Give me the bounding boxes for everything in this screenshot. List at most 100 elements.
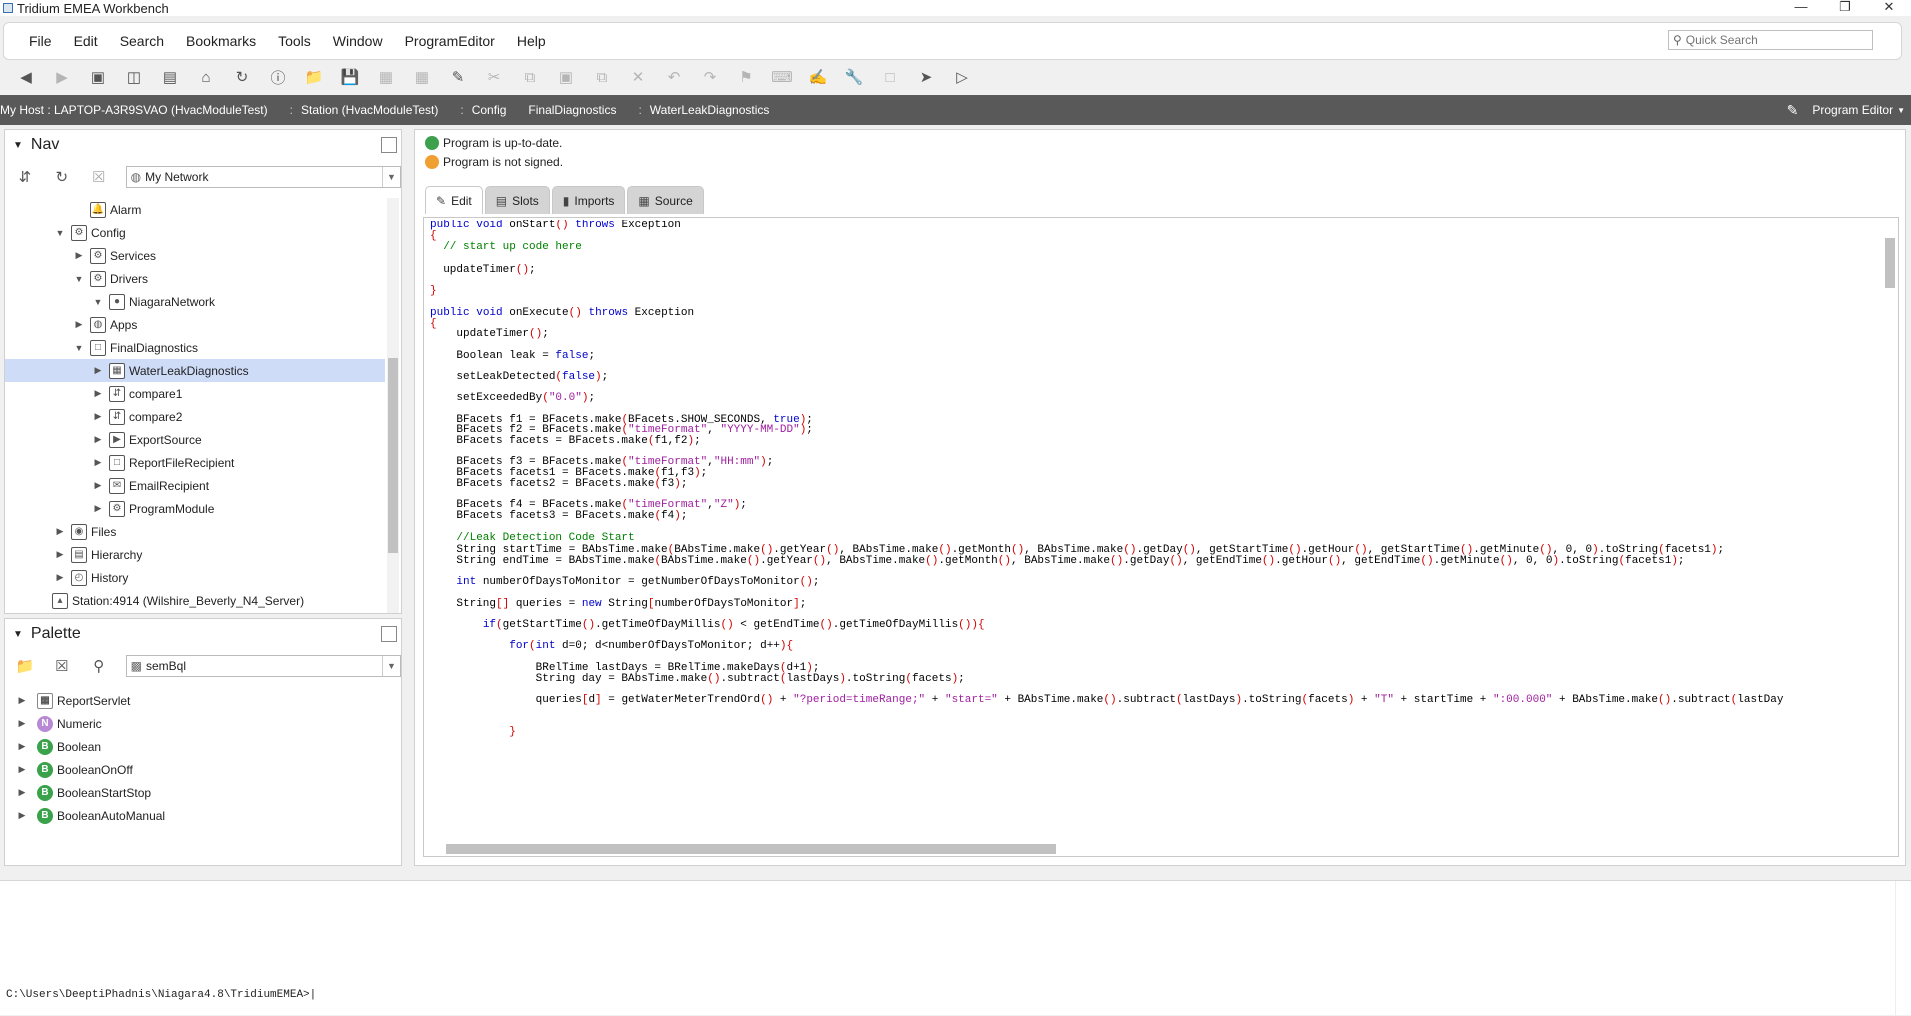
console-icon[interactable]: ▤ <box>158 65 182 89</box>
new-icon[interactable]: □ <box>878 65 902 89</box>
expand-twisty-icon[interactable]: ▶ <box>15 787 29 798</box>
home-icon[interactable]: ⌂ <box>194 65 218 89</box>
expand-twisty-icon[interactable]: ▶ <box>15 718 29 729</box>
palette-item-booleanautomanual[interactable]: ▶ B BooleanAutoManual <box>5 804 395 827</box>
console-scrollbar[interactable] <box>1895 881 1907 1016</box>
compile-icon[interactable]: ✍ <box>806 65 830 89</box>
tree-node-finaldiagnostics[interactable]: ▼ □ FinalDiagnostics <box>5 336 385 359</box>
tab-slots[interactable]: ▤ Slots <box>484 186 550 214</box>
expand-twisty-icon[interactable]: ▶ <box>53 526 67 537</box>
build-icon[interactable]: 🔧 <box>842 65 866 89</box>
expand-twisty-icon[interactable]: ▶ <box>53 572 67 583</box>
save-all-icon[interactable]: ▦ <box>374 65 398 89</box>
expand-twisty-icon[interactable]: ▶ <box>91 388 105 399</box>
sync-icon[interactable]: ⇵ <box>15 168 35 186</box>
nav-scrollbar-thumb[interactable] <box>388 358 398 553</box>
tree-node-history[interactable]: ▶ ◴ History <box>5 566 385 589</box>
tree-node-niagaranetwork[interactable]: ▼ ● NiagaraNetwork <box>5 290 385 313</box>
collapse-twisty-icon[interactable]: ▼ <box>72 274 86 284</box>
tree-node-apps[interactable]: ▶ ◍ Apps <box>5 313 385 336</box>
undo-icon[interactable]: ↶ <box>662 65 686 89</box>
close-button[interactable]: ✕ <box>1867 0 1911 16</box>
tree-node-emailrecipient[interactable]: ▶ ✉ EmailRecipient <box>5 474 385 497</box>
expand-pane-icon[interactable] <box>381 137 397 153</box>
tree-node-compare1[interactable]: ▶ ⇵ compare1 <box>5 382 385 405</box>
tree-node-files[interactable]: ▶ ◉ Files <box>5 520 385 543</box>
tree-node-hierarchy[interactable]: ▶ ▤ Hierarchy <box>5 543 385 566</box>
collapse-twisty-icon[interactable]: ▼ <box>72 343 86 353</box>
send-icon[interactable]: ➤ <box>914 65 938 89</box>
expand-twisty-icon[interactable]: ▶ <box>15 764 29 775</box>
expand-twisty-icon[interactable]: ▶ <box>91 480 105 491</box>
code-vertical-scrollbar[interactable] <box>1884 222 1896 834</box>
crumb-config[interactable]: : Config <box>460 103 528 117</box>
expand-twisty-icon[interactable]: ▶ <box>91 434 105 445</box>
tree-node-config[interactable]: ▼ ⚙ Config <box>5 221 385 244</box>
palette-item-reportservlet[interactable]: ▶ ▦ ReportServlet <box>5 689 395 712</box>
expand-twisty-icon[interactable]: ▶ <box>72 319 86 330</box>
palette-item-booleanstartstop[interactable]: ▶ B BooleanStartStop <box>5 781 395 804</box>
code-hscroll-thumb[interactable] <box>446 844 1056 854</box>
expand-twisty-icon[interactable]: ▶ <box>53 549 67 560</box>
tree-node-drivers[interactable]: ▼ ⚙ Drivers <box>5 267 385 290</box>
tab-source[interactable]: ▦ Source <box>627 186 704 214</box>
expand-twisty-icon[interactable]: ▶ <box>91 411 105 422</box>
menu-programeditor[interactable]: ProgramEditor <box>394 33 506 49</box>
expand-twisty-icon[interactable]: ▶ <box>15 810 29 821</box>
info-icon[interactable]: ⓘ <box>266 65 290 89</box>
forward-icon[interactable]: ▶ <box>50 65 74 89</box>
copy-icon[interactable]: ⧉ <box>518 65 542 89</box>
nav-root-combo[interactable]: ◍ My Network ▼ <box>125 166 401 188</box>
crumb-host[interactable]: My Host : LAPTOP-A3R9SVAO (HvacModuleTes… <box>0 103 290 117</box>
save-as-icon[interactable]: ▦ <box>410 65 434 89</box>
up-level-icon[interactable]: ▣ <box>86 65 110 89</box>
tree-node-alarm[interactable]: 🔔 Alarm <box>5 198 385 221</box>
open-palette-icon[interactable]: 📁 <box>15 657 35 675</box>
tree-node-services[interactable]: ▶ ⚙ Services <box>5 244 385 267</box>
refresh-icon[interactable]: ↻ <box>230 65 254 89</box>
menu-tools[interactable]: Tools <box>267 33 322 49</box>
quick-search[interactable]: ⚲ <box>1668 30 1873 50</box>
tree-node-exportsource[interactable]: ▶ ▶ ExportSource <box>5 428 385 451</box>
tree-node-reportfilerecipient[interactable]: ▶ □ ReportFileRecipient <box>5 451 385 474</box>
expand-twisty-icon[interactable]: ▶ <box>15 741 29 752</box>
close-palette-icon[interactable]: ☒ <box>52 657 72 675</box>
menu-help[interactable]: Help <box>506 33 557 49</box>
code-horizontal-scrollbar[interactable] <box>428 842 1878 854</box>
minimize-button[interactable]: — <box>1779 0 1823 16</box>
tree-node-programmodule[interactable]: ▶ ⚙ ProgramModule <box>5 497 385 520</box>
debug-icon[interactable]: ▷ <box>950 65 974 89</box>
save-icon[interactable]: 💾 <box>338 65 362 89</box>
crumb-finaldiagnostics[interactable]: FinalDiagnostics <box>528 103 638 117</box>
refresh-icon[interactable]: ↻ <box>52 168 72 186</box>
palette-item-booleanonoff[interactable]: ▶ B BooleanOnOff <box>5 758 395 781</box>
collapse-twisty-icon[interactable]: ▼ <box>53 228 67 238</box>
menu-edit[interactable]: Edit <box>63 33 109 49</box>
maximize-button[interactable]: ❐ <box>1823 0 1867 16</box>
close-icon[interactable]: ☒ <box>89 168 109 186</box>
open-folder-icon[interactable]: 📁 <box>302 65 326 89</box>
tree-node-waterleakdiagnostics[interactable]: ▶ ▦ WaterLeakDiagnostics <box>5 359 385 382</box>
expand-twisty-icon[interactable]: ▶ <box>91 503 105 514</box>
palette-item-boolean[interactable]: ▶ B Boolean <box>5 735 395 758</box>
code-editor[interactable]: public void onStart() throws Exception{ … <box>423 217 1899 857</box>
nav-scrollbar[interactable] <box>387 198 399 613</box>
crumb-waterleakdiagnostics[interactable]: : WaterLeakDiagnostics <box>638 103 791 117</box>
duplicate-icon[interactable]: ⧉ <box>590 65 614 89</box>
back-icon[interactable]: ◀ <box>14 65 38 89</box>
palette-item-numeric[interactable]: ▶ N Numeric <box>5 712 395 735</box>
collapse-arrow-icon[interactable]: ▼ <box>13 629 23 640</box>
side-bar-icon[interactable]: ◫ <box>122 65 146 89</box>
rename-icon[interactable]: ⌨ <box>770 65 794 89</box>
crumb-station[interactable]: : Station (HvacModuleTest) <box>290 103 461 117</box>
palette-module-combo[interactable]: ▩ semBql ▼ <box>125 655 401 677</box>
quick-search-input[interactable] <box>1685 33 1866 47</box>
expand-twisty-icon[interactable]: ▶ <box>15 695 29 706</box>
expand-twisty-icon[interactable]: ▶ <box>72 250 86 261</box>
cut-icon[interactable]: ✂ <box>482 65 506 89</box>
collapse-twisty-icon[interactable]: ▼ <box>91 297 105 307</box>
menu-search[interactable]: Search <box>109 33 175 49</box>
paste-icon[interactable]: ▣ <box>554 65 578 89</box>
export-icon[interactable]: ✎ <box>446 65 470 89</box>
expand-twisty-icon[interactable]: ▶ <box>91 365 105 376</box>
